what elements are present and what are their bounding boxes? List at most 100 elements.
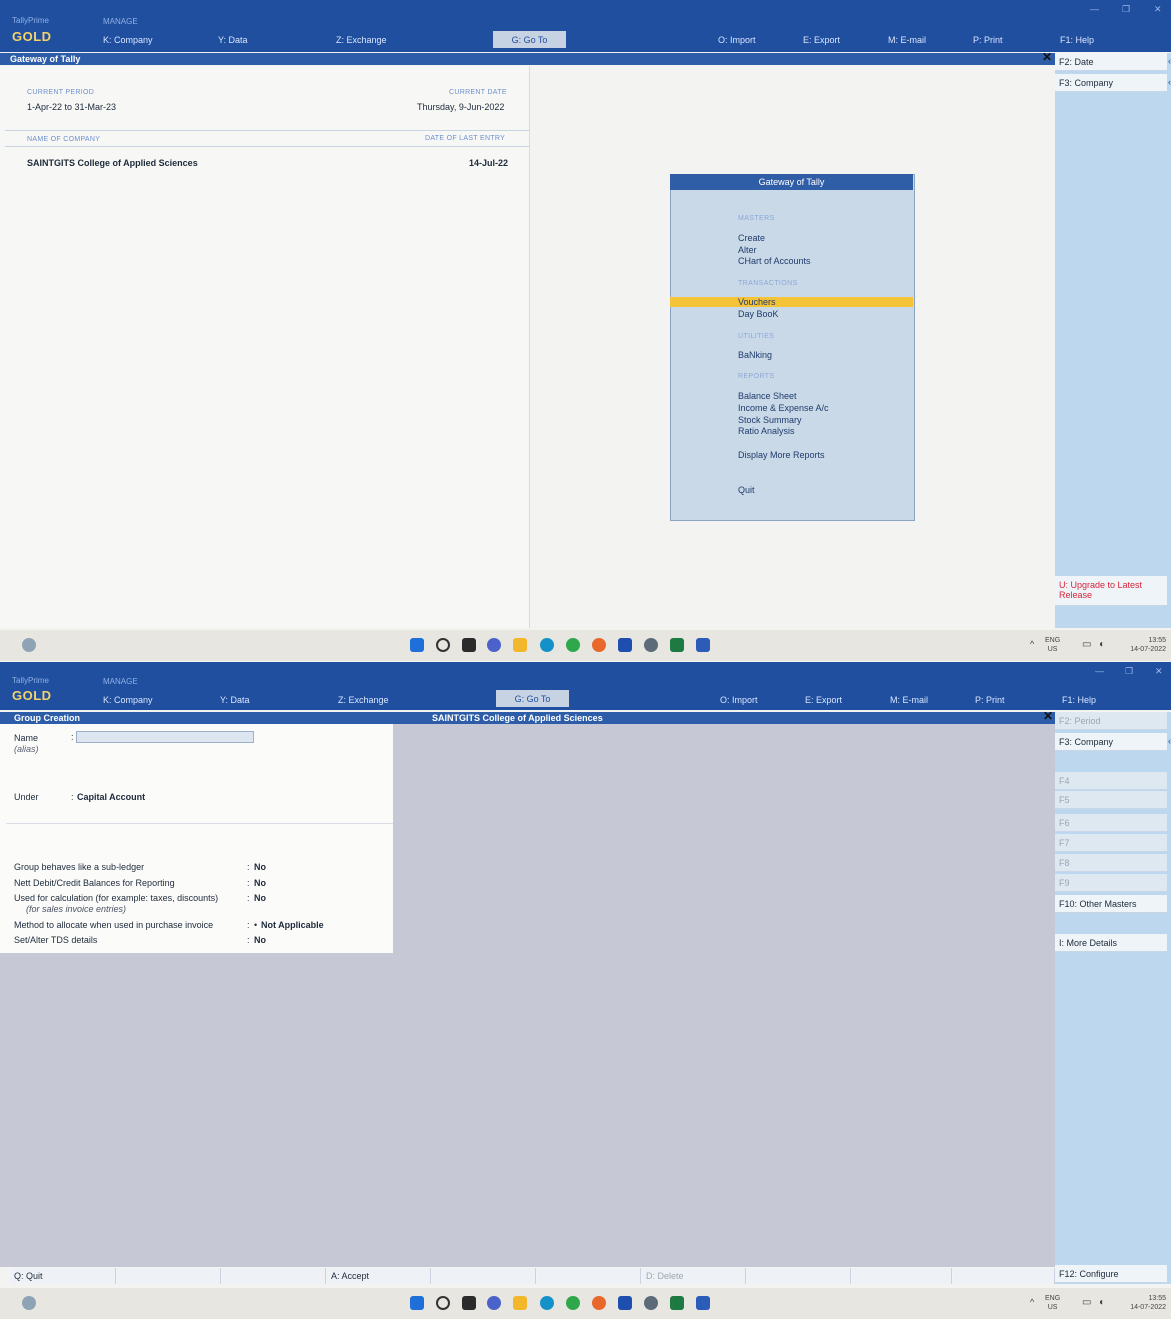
minimize-icon[interactable]: — (1090, 4, 1099, 14)
menu-income-expense[interactable]: Income & Expense A/c (738, 403, 829, 413)
volume-icon[interactable]: ◖ (1098, 1297, 1104, 1308)
more-details-button[interactable]: I: More Details (1055, 934, 1167, 952)
firefox-icon[interactable] (592, 1296, 606, 1310)
menu-company[interactable]: K: Company (103, 695, 153, 705)
widgets-icon[interactable] (22, 1296, 36, 1310)
menu-data[interactable]: Y: Data (220, 695, 250, 705)
menu-help[interactable]: F1: Help (1060, 35, 1094, 45)
menu-exchange[interactable]: Z: Exchange (338, 695, 389, 705)
upgrade-button[interactable]: U: Upgrade to Latest Release (1055, 576, 1167, 606)
menu-export[interactable]: E: Export (803, 35, 840, 45)
language-indicator[interactable]: ENG US (1045, 1294, 1060, 1312)
f10-other-masters-button[interactable]: F10: Other Masters (1055, 895, 1167, 913)
clock[interactable]: 13:55 14-07-2022 (1120, 636, 1166, 654)
chevron-up-icon[interactable]: ^ (1030, 1297, 1034, 1307)
menu-email[interactable]: M: E-mail (888, 35, 926, 45)
store-icon[interactable] (618, 1296, 632, 1310)
start-icon[interactable] (410, 1296, 424, 1310)
sub-ledger-value[interactable]: No (254, 862, 266, 872)
allocation-method-value[interactable]: Not Applicable (261, 920, 324, 930)
search-icon[interactable] (436, 638, 450, 652)
tally-icon[interactable] (644, 1296, 658, 1310)
network-icon[interactable]: ▭ (1082, 639, 1091, 650)
f3-company-button[interactable]: F3: Company ‹ (1055, 74, 1171, 92)
close-window-icon[interactable]: ✕ (1154, 4, 1162, 15)
f9-button[interactable]: F9 (1055, 874, 1167, 892)
word-icon[interactable] (696, 1296, 710, 1310)
tds-details-value[interactable]: No (254, 935, 266, 945)
close-icon[interactable]: ✕ (1043, 709, 1053, 723)
menu-banking[interactable]: BaNking (738, 350, 772, 360)
menu-create[interactable]: Create (738, 233, 765, 243)
name-input[interactable] (76, 731, 254, 743)
minimize-icon[interactable]: — (1095, 666, 1104, 676)
close-icon[interactable]: ✕ (1042, 50, 1052, 64)
menu-export[interactable]: E: Export (805, 695, 842, 705)
taskview-icon[interactable] (462, 638, 476, 652)
menu-day-book[interactable]: Day BooK (738, 309, 779, 319)
goto-button[interactable]: G: Go To (496, 690, 569, 707)
word-icon[interactable] (696, 638, 710, 652)
bottom-empty-button (222, 1268, 326, 1284)
restore-icon[interactable]: ❐ (1125, 666, 1133, 677)
menu-email[interactable]: M: E-mail (890, 695, 928, 705)
menu-chart-of-accounts[interactable]: CHart of Accounts (738, 256, 811, 266)
folder-icon[interactable] (513, 1296, 527, 1310)
network-icon[interactable]: ▭ (1082, 1297, 1091, 1308)
f2-period-button[interactable]: F2: Period (1055, 712, 1167, 730)
clock[interactable]: 13:55 14-07-2022 (1120, 1294, 1166, 1312)
firefox-icon[interactable] (592, 638, 606, 652)
folder-icon[interactable] (513, 638, 527, 652)
f8-button[interactable]: F8 (1055, 854, 1167, 872)
under-value[interactable]: Capital Account (77, 792, 145, 802)
delete-button[interactable]: D: Delete (642, 1268, 746, 1284)
menu-print[interactable]: P: Print (975, 695, 1005, 705)
nett-balances-value[interactable]: No (254, 878, 266, 888)
chrome-icon[interactable] (566, 1296, 580, 1310)
tally-icon[interactable] (644, 638, 658, 652)
menu-import[interactable]: O: Import (718, 35, 756, 45)
f5-button[interactable]: F5 (1055, 791, 1167, 809)
f12-configure-button[interactable]: F12: Configure (1055, 1265, 1167, 1283)
menu-quit[interactable]: Quit (738, 485, 755, 495)
taskview-icon[interactable] (462, 1296, 476, 1310)
menu-alter[interactable]: Alter (738, 245, 757, 255)
search-icon[interactable] (436, 1296, 450, 1310)
menu-print[interactable]: P: Print (973, 35, 1003, 45)
accept-button[interactable]: A: Accept (327, 1268, 431, 1284)
chrome-icon[interactable] (566, 638, 580, 652)
edge-icon[interactable] (540, 638, 554, 652)
menu-ratio-analysis[interactable]: Ratio Analysis (738, 426, 795, 436)
excel-icon[interactable] (670, 1296, 684, 1310)
store-icon[interactable] (618, 638, 632, 652)
menu-company[interactable]: K: Company (103, 35, 153, 45)
menu-help[interactable]: F1: Help (1062, 695, 1096, 705)
edge-icon[interactable] (540, 1296, 554, 1310)
f4-button[interactable]: F4 (1055, 772, 1167, 790)
company-name[interactable]: SAINTGITS College of Applied Sciences (27, 158, 198, 168)
start-icon[interactable] (410, 638, 424, 652)
menu-vouchers[interactable]: Vouchers (738, 297, 776, 307)
goto-button[interactable]: G: Go To (493, 31, 566, 48)
widgets-icon[interactable] (22, 638, 36, 652)
menu-stock-summary[interactable]: Stock Summary (738, 415, 802, 425)
restore-icon[interactable]: ❐ (1122, 4, 1130, 15)
menu-display-more-reports[interactable]: Display More Reports (738, 450, 825, 460)
menu-import[interactable]: O: Import (720, 695, 758, 705)
volume-icon[interactable]: ◖ (1098, 639, 1104, 650)
f2-date-button[interactable]: F2: Date ‹ (1055, 53, 1171, 71)
language-indicator[interactable]: ENG US (1045, 636, 1060, 654)
f3-company-button[interactable]: F3: Company ‹ (1055, 733, 1171, 751)
chat-icon[interactable] (487, 1296, 501, 1310)
used-for-calculation-value[interactable]: No (254, 893, 266, 903)
excel-icon[interactable] (670, 638, 684, 652)
menu-balance-sheet[interactable]: Balance Sheet (738, 391, 797, 401)
quit-button[interactable]: Q: Quit (10, 1268, 116, 1284)
f7-button[interactable]: F7 (1055, 834, 1167, 852)
chat-icon[interactable] (487, 638, 501, 652)
menu-exchange[interactable]: Z: Exchange (336, 35, 387, 45)
menu-data[interactable]: Y: Data (218, 35, 248, 45)
f6-button[interactable]: F6 (1055, 814, 1167, 832)
chevron-up-icon[interactable]: ^ (1030, 639, 1034, 649)
close-window-icon[interactable]: ✕ (1155, 666, 1163, 677)
